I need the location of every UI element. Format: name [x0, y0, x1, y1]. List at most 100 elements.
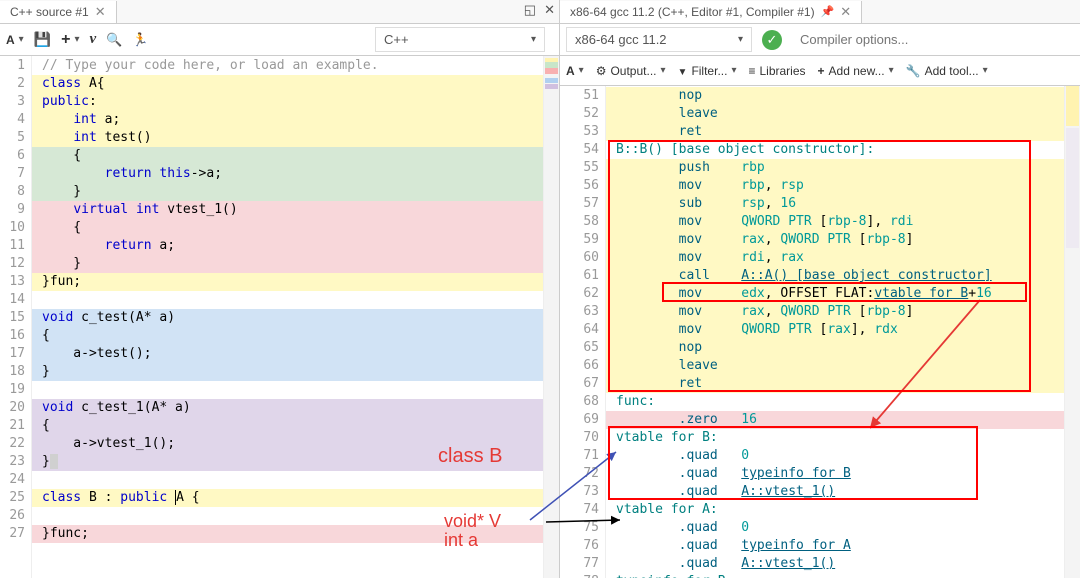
- line-number: 61: [560, 267, 599, 285]
- run-icon[interactable]: [132, 32, 148, 48]
- minimap[interactable]: [1064, 86, 1080, 578]
- code-line[interactable]: return a;: [32, 237, 559, 255]
- add-pane-button[interactable]: ▾: [61, 31, 79, 49]
- code-line[interactable]: return this->a;: [32, 165, 559, 183]
- output-button[interactable]: Output... ▾: [596, 64, 666, 78]
- line-number: 1: [0, 57, 25, 75]
- asm-editor[interactable]: 5152535455565758596061626364656667686970…: [560, 86, 1080, 578]
- code-line[interactable]: .quad A::vtest_1(): [606, 483, 1080, 501]
- line-number: 24: [0, 471, 25, 489]
- source-gutter: 1234567891011121314151617181920212223242…: [0, 56, 32, 578]
- line-number: 56: [560, 177, 599, 195]
- code-line[interactable]: [32, 381, 559, 399]
- code-line[interactable]: call A::A() [base object constructor]: [606, 267, 1080, 285]
- line-number: 13: [0, 273, 25, 291]
- code-line[interactable]: B::B() [base object constructor]:: [606, 141, 1080, 159]
- code-line[interactable]: .quad typeinfo for A: [606, 537, 1080, 555]
- code-line[interactable]: [32, 471, 559, 489]
- font-button[interactable]: A▾: [566, 64, 584, 78]
- line-number: 74: [560, 501, 599, 519]
- line-number: 68: [560, 393, 599, 411]
- code-line[interactable]: {: [32, 147, 559, 165]
- code-line[interactable]: ret: [606, 375, 1080, 393]
- line-number: 14: [0, 291, 25, 309]
- source-code[interactable]: // Type your code here, or load an examp…: [32, 56, 559, 578]
- code-line[interactable]: mov QWORD PTR [rbp-8], rdi: [606, 213, 1080, 231]
- libraries-button[interactable]: Libraries: [748, 64, 805, 78]
- add-new-button[interactable]: + Add new... ▾: [818, 64, 894, 78]
- code-line[interactable]: virtual int vtest_1(): [32, 201, 559, 219]
- compiler-tab[interactable]: x86-64 gcc 11.2 (C++, Editor #1, Compile…: [560, 1, 862, 23]
- code-line[interactable]: leave: [606, 357, 1080, 375]
- code-line[interactable]: .quad typeinfo for B: [606, 465, 1080, 483]
- line-number: 59: [560, 231, 599, 249]
- code-line[interactable]: sub rsp, 16: [606, 195, 1080, 213]
- code-line[interactable]: class A{: [32, 75, 559, 93]
- code-line[interactable]: func:: [606, 393, 1080, 411]
- add-tool-button[interactable]: Add tool... ▾: [906, 64, 988, 78]
- code-line[interactable]: vtable for A:: [606, 501, 1080, 519]
- code-line[interactable]: {: [32, 417, 559, 435]
- code-line[interactable]: // Type your code here, or load an examp…: [32, 57, 559, 75]
- code-line[interactable]: mov rdi, rax: [606, 249, 1080, 267]
- code-line[interactable]: int a;: [32, 111, 559, 129]
- code-line[interactable]: [32, 507, 559, 525]
- code-line[interactable]: nop: [606, 87, 1080, 105]
- code-line[interactable]: .quad A::vtest_1(): [606, 555, 1080, 573]
- code-line[interactable]: int test(): [32, 129, 559, 147]
- code-line[interactable]: .quad 0: [606, 519, 1080, 537]
- code-line[interactable]: mov rbp, rsp: [606, 177, 1080, 195]
- code-line[interactable]: }func;: [32, 525, 559, 543]
- source-editor[interactable]: 1234567891011121314151617181920212223242…: [0, 56, 559, 578]
- close-icon[interactable]: [840, 4, 851, 20]
- code-line[interactable]: [32, 291, 559, 309]
- code-line[interactable]: typeinfo for B:: [606, 573, 1080, 578]
- code-line[interactable]: leave: [606, 105, 1080, 123]
- asm-code[interactable]: nop leave retB::B() [base object constru…: [606, 86, 1080, 578]
- pin-icon[interactable]: 📌: [821, 5, 835, 18]
- line-number: 63: [560, 303, 599, 321]
- minimap[interactable]: [543, 56, 559, 578]
- code-line[interactable]: }: [32, 363, 559, 381]
- code-line[interactable]: class B : public A {: [32, 489, 559, 507]
- code-line[interactable]: mov rax, QWORD PTR [rbp-8]: [606, 231, 1080, 249]
- code-line[interactable]: {: [32, 327, 559, 345]
- filter-button[interactable]: Filter... ▾: [678, 64, 737, 78]
- code-line[interactable]: }: [32, 183, 559, 201]
- code-line[interactable]: public:: [32, 93, 559, 111]
- save-icon[interactable]: [34, 31, 51, 48]
- code-line[interactable]: a->test();: [32, 345, 559, 363]
- code-line[interactable]: .zero 16: [606, 411, 1080, 429]
- compiler-dropdown[interactable]: x86-64 gcc 11.2 ▾: [566, 27, 752, 52]
- line-number: 72: [560, 465, 599, 483]
- language-dropdown[interactable]: C++ ▾: [375, 27, 545, 52]
- code-line[interactable]: .quad 0: [606, 447, 1080, 465]
- compiler-options-input[interactable]: [792, 28, 1074, 51]
- code-line[interactable]: void c_test_1(A* a): [32, 399, 559, 417]
- code-line[interactable]: }: [32, 453, 559, 471]
- font-button[interactable]: A▾: [6, 33, 24, 47]
- compiler-pane: x86-64 gcc 11.2 (C++, Editor #1, Compile…: [560, 0, 1080, 578]
- close-pane-icon[interactable]: [544, 2, 555, 18]
- code-line[interactable]: push rbp: [606, 159, 1080, 177]
- line-number: 20: [0, 399, 25, 417]
- code-line[interactable]: mov edx, OFFSET FLAT:vtable for B+16: [606, 285, 1080, 303]
- code-line[interactable]: mov QWORD PTR [rax], rdx: [606, 321, 1080, 339]
- code-line[interactable]: nop: [606, 339, 1080, 357]
- code-line[interactable]: }fun;: [32, 273, 559, 291]
- code-line[interactable]: {: [32, 219, 559, 237]
- close-icon[interactable]: [95, 4, 106, 20]
- code-line[interactable]: }: [32, 255, 559, 273]
- code-line[interactable]: vtable for B:: [606, 429, 1080, 447]
- search-icon[interactable]: [106, 32, 122, 48]
- line-number: 66: [560, 357, 599, 375]
- code-line[interactable]: void c_test(A* a): [32, 309, 559, 327]
- code-line[interactable]: ret: [606, 123, 1080, 141]
- code-line[interactable]: mov rax, QWORD PTR [rbp-8]: [606, 303, 1080, 321]
- source-toolbar: A▾ ▾ v C++ ▾: [0, 24, 559, 56]
- code-line[interactable]: a->vtest_1();: [32, 435, 559, 453]
- line-number: 22: [0, 435, 25, 453]
- source-tab[interactable]: C++ source #1: [0, 1, 117, 23]
- vim-icon[interactable]: v: [90, 31, 97, 48]
- popout-icon[interactable]: [524, 2, 536, 18]
